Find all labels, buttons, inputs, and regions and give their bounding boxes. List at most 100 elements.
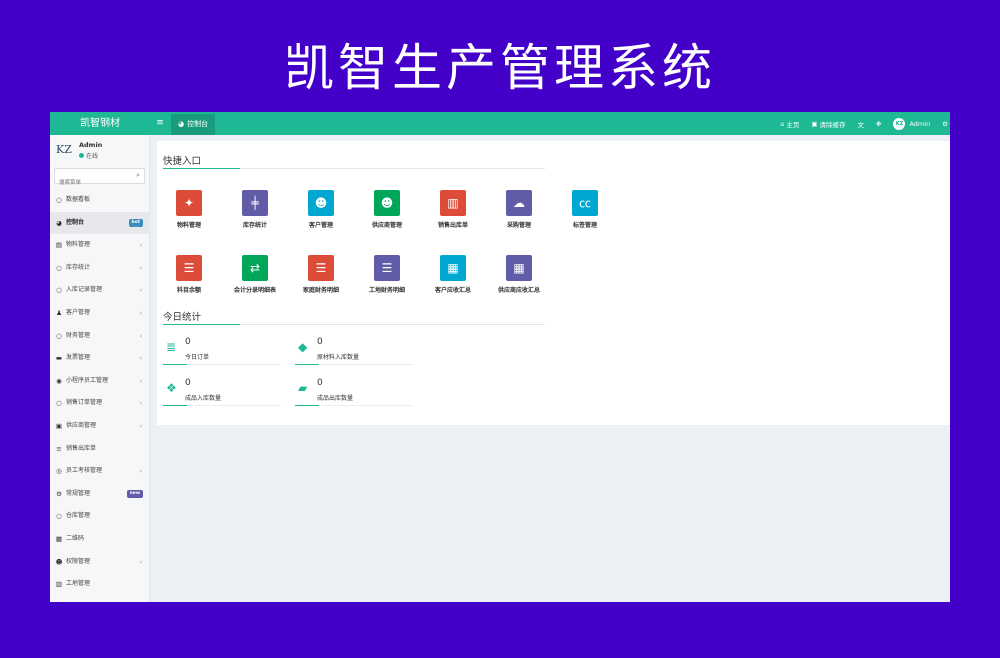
dashboard-icon: ◕ (178, 120, 185, 128)
sidebar-item[interactable]: ▥ 工地管理 (50, 573, 150, 596)
sidebar-item-label: 客户管理 (66, 308, 91, 316)
sidebar: KZ Admin 在线 ⌕ ○ 数据看板 ◕ 控制台 hot ▤物料管理 ‹ ○ 库存统计 ‹ ○ 入… (50, 135, 150, 602)
sidebar-item-label: 二维码 (66, 534, 85, 542)
home-link[interactable]: ⌂ 主页 (780, 119, 799, 129)
users-icon: ☻ (308, 190, 334, 216)
sidebar-item-label: 入库记录管理 (66, 286, 103, 294)
today-divider (163, 324, 545, 325)
user-logo: KZ (56, 143, 72, 156)
quick-entry-tile[interactable]: ☰ 科目余额 (156, 255, 222, 294)
sidebar-item[interactable]: ◎ 员工考核管理 ‹ (50, 460, 150, 483)
chevron-left-icon: ‹ (139, 400, 142, 408)
quick-entry-tile[interactable]: ▥ 销售出库单 (420, 190, 486, 229)
quick-entry-tile[interactable]: ⇄ 会计分录明细表 (222, 255, 288, 294)
quick-entry-tile[interactable]: ☰ 家庭财务明细 (288, 255, 354, 294)
sidebar-item[interactable]: ♟ 客户管理 ‹ (50, 302, 150, 325)
menu-toggle-icon[interactable]: ≡ (153, 112, 167, 135)
cloud-icon: ☁ (506, 190, 532, 216)
language-button[interactable]: 文 (858, 119, 865, 129)
quick-entry-tile[interactable]: ㏄标签管理 (552, 190, 618, 229)
tile-label: 供应商应收汇总 (497, 287, 540, 294)
quick-entry-tile[interactable]: ☁ 采购管理 (486, 190, 552, 229)
search-input[interactable] (55, 176, 129, 190)
sidebar-item[interactable]: ◕ 控制台 hot (50, 211, 150, 235)
sidebar-item[interactable]: ○ 财务管理 ‹ (50, 325, 150, 348)
sidebar-item-label: 财务管理 (66, 331, 91, 339)
quick-entry-tile[interactable]: ▦ 客户应收汇总 (420, 255, 486, 294)
tile-label: 库存统计 (242, 222, 267, 229)
fullscreen-button[interactable]: ✥ (876, 120, 881, 128)
quick-entry-tile[interactable]: ☻ 供应商管理 (354, 190, 420, 229)
sidebar-item[interactable]: ☻ 权限管理 ‹ (50, 551, 150, 574)
sidebar-item[interactable]: ▦ 二维码 (50, 528, 150, 551)
circle-icon: ○ (56, 512, 62, 521)
main-content: 快捷入口 ✦ 物料管理 ╪ 库存统计 ☻ 客户管理 ☻ 供应商管理 ▥ 销售出库单 ☁ 采购管理 ㏄标签… (157, 141, 950, 425)
sidebar-item[interactable]: ▬ 发票管理 ‹ (50, 347, 150, 370)
menu-badge: new (126, 489, 143, 498)
tile-label: 销售出库单 (437, 222, 468, 229)
search-icon[interactable]: ⌕ (136, 171, 140, 180)
quick-entry-tile[interactable]: ✦ 物料管理 (156, 190, 222, 229)
quick-entry-tile[interactable]: ☰ 工地财务明细 (354, 255, 420, 294)
stat-value: 0 (185, 337, 191, 347)
user-menu[interactable]: KZ Admin (893, 117, 931, 130)
list-alt-icon: ☰ (176, 255, 202, 281)
box-icon: ▤ (55, 241, 63, 250)
avatar: KZ (893, 117, 906, 130)
indent-icon: ☰ (374, 255, 400, 281)
trash-icon: ▣ (811, 119, 818, 128)
circle-icon: ○ (56, 263, 62, 272)
language-icon: 文 (857, 120, 865, 129)
user-name: Admin (909, 119, 931, 128)
sidebar-item-label: 权限管理 (66, 557, 91, 565)
brand-logo[interactable]: 凯智钢材 (50, 112, 150, 135)
quick-entry-tile[interactable]: ▦ 供应商应收汇总 (486, 255, 552, 294)
sidebar-item[interactable]: ⚙ 常规管理 new (50, 483, 150, 506)
truck-icon: ▰ (298, 381, 308, 395)
person-circle-icon: ◉ (56, 376, 62, 385)
sidebar-item[interactable]: ▣ 供应商管理 ‹ (50, 415, 150, 438)
sidebar-item[interactable]: ▤ 物料管理 ‹ (50, 234, 150, 257)
hero-title: 凯智生产管理系统 (284, 39, 716, 97)
sidebar-item[interactable]: ○ 入库记录管理 ‹ (50, 279, 150, 302)
list-icon: ≡ (56, 444, 62, 453)
stat-value: 0 (317, 378, 323, 388)
map-icon: ▥ (440, 190, 466, 216)
chevron-left-icon: ‹ (139, 468, 142, 476)
chevron-left-icon: ‹ (139, 558, 142, 566)
stat-card: ▰ 0 成品出库数量 (295, 378, 413, 419)
status-badge: 在线 (79, 151, 98, 160)
sidebar-item-label: 库存统计 (66, 263, 91, 271)
online-dot-icon (79, 153, 84, 158)
sidebar-item[interactable]: ≡ 销售出库单 (50, 438, 150, 461)
sidebar-item[interactable]: ○ 数据看板 (50, 189, 150, 212)
card-icon: ▬ (55, 354, 63, 363)
tile-label: 会计分录明细表 (233, 287, 276, 294)
home-label: 主页 (786, 120, 800, 129)
id-card-icon: ▣ (55, 421, 63, 430)
sidebar-item[interactable]: ○ 销售订单管理 ‹ (50, 392, 150, 415)
user-panel: KZ Admin 在线 (50, 135, 149, 166)
clear-cache-label: 清除缓存 (819, 120, 846, 129)
tab-label: 控制台 (187, 120, 209, 128)
sidebar-item-label: 销售订单管理 (66, 399, 103, 407)
settings-button[interactable]: ⚙ (942, 120, 948, 128)
status-label: 在线 (86, 153, 99, 160)
sidebar-item-label: 工地管理 (66, 580, 91, 588)
sidebar-item[interactable]: ○ 仓库管理 (50, 505, 150, 528)
sidebar-item-label: 小程序员工管理 (66, 376, 109, 384)
tile-label: 客户应收汇总 (434, 287, 471, 294)
indent-icon: ☰ (308, 255, 334, 281)
tab-dashboard[interactable]: ◕ 控制台 (171, 114, 216, 135)
user-icon: ♟ (56, 308, 62, 317)
tile-label: 采购管理 (506, 222, 531, 229)
quick-entry-tile[interactable]: ☻ 客户管理 (288, 190, 354, 229)
tile-label: 工地财务明细 (368, 287, 405, 294)
quick-entry-tile[interactable]: ╪ 库存统计 (222, 190, 288, 229)
stat-card: ≣ 0 今日订单 (163, 337, 281, 378)
clear-cache-button[interactable]: ▣ 清除缓存 (811, 119, 845, 129)
database-icon: ≣ (166, 340, 177, 354)
stat-label: 今日订单 (185, 354, 210, 361)
sidebar-item[interactable]: ○ 库存统计 ‹ (50, 257, 150, 280)
sidebar-item[interactable]: ◉ 小程序员工管理 ‹ (50, 370, 150, 393)
